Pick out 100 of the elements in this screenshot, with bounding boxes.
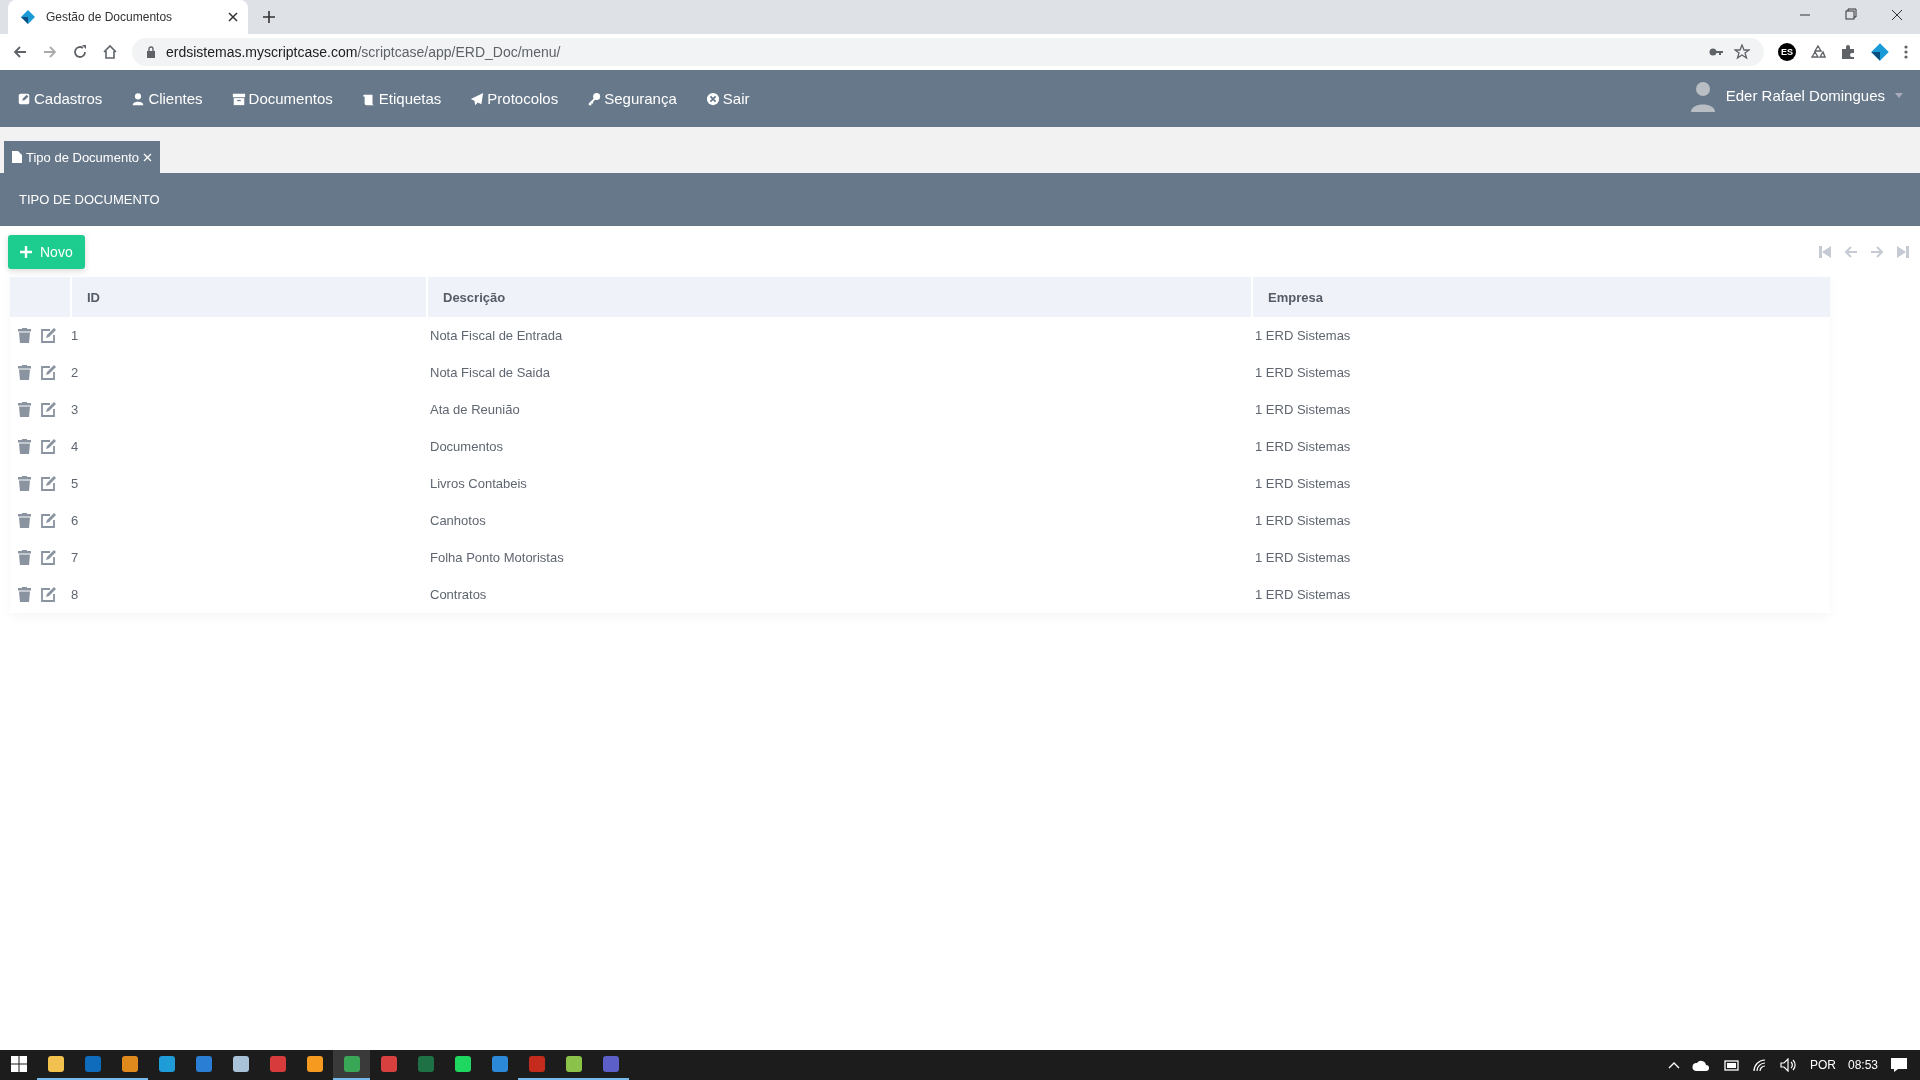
- app-icon: [453, 1055, 472, 1073]
- table-cell: Canhotos: [430, 513, 486, 528]
- wifi-icon[interactable]: [1751, 1058, 1768, 1072]
- trash-icon[interactable]: [18, 439, 31, 454]
- language-indicator[interactable]: POR: [1809, 1058, 1836, 1072]
- edit-icon[interactable]: [41, 365, 57, 380]
- user-icon: [131, 91, 146, 106]
- app-icon: [342, 1055, 361, 1073]
- speaker-icon[interactable]: [1779, 1058, 1798, 1072]
- key-icon: [587, 91, 602, 106]
- caret-icon: [1895, 93, 1903, 98]
- new-tab-icon[interactable]: [262, 10, 276, 24]
- menu-item[interactable]: Protocolos: [470, 90, 559, 107]
- app-icon: [157, 1055, 176, 1073]
- table-cell: 1 ERD Sistemas: [1255, 328, 1351, 343]
- table-cell: 1 ERD Sistemas: [1255, 365, 1351, 380]
- app-icon: [268, 1055, 287, 1073]
- edit-icon[interactable]: [41, 513, 57, 528]
- trash-icon[interactable]: [18, 513, 31, 528]
- user-icon: [1689, 79, 1716, 112]
- logo-icon[interactable]: [1870, 42, 1890, 62]
- table-cell: 1: [71, 328, 79, 343]
- logo-icon: [20, 9, 36, 25]
- table-cell: Nota Fiscal de Entrada: [430, 328, 563, 343]
- table-cell: Folha Ponto Motoristas: [430, 550, 564, 565]
- menu-item[interactable]: Clientes: [131, 90, 203, 107]
- menu-item[interactable]: Etiquetas: [361, 90, 442, 107]
- edit-icon[interactable]: [41, 476, 57, 491]
- close-icon[interactable]: [228, 12, 238, 22]
- back-icon[interactable]: [12, 44, 28, 60]
- close-circle-icon: [705, 91, 720, 106]
- app-icon: [416, 1055, 435, 1073]
- table-cell: Livros Contabeis: [430, 476, 527, 491]
- edit-icon[interactable]: [41, 402, 57, 417]
- app-icon: [83, 1055, 102, 1073]
- document-icon: [12, 151, 22, 163]
- app-icon: [194, 1055, 213, 1073]
- lock-icon: [146, 46, 156, 58]
- reload-icon[interactable]: [72, 44, 88, 60]
- battery-icon[interactable]: [1721, 1059, 1740, 1071]
- edit-icon[interactable]: [41, 587, 57, 602]
- app-icon: [305, 1055, 324, 1073]
- puzzle-icon[interactable]: [1840, 44, 1856, 60]
- address-field[interactable]: erdsistemas.myscriptcase.com/scriptcase/app/ERD_Doc/menu/: [132, 38, 1764, 66]
- app-icon: [379, 1055, 398, 1073]
- notification-icon[interactable]: [1890, 1057, 1908, 1073]
- trash-icon[interactable]: [18, 402, 31, 417]
- extension-badge[interactable]: ES: [1778, 43, 1796, 61]
- chevron-up-icon[interactable]: [1667, 1061, 1680, 1069]
- plus-icon: [20, 246, 32, 258]
- column-header[interactable]: ID: [70, 277, 426, 317]
- column-header[interactable]: Empresa: [1251, 277, 1830, 317]
- menu-item[interactable]: Cadastros: [17, 90, 103, 107]
- clock[interactable]: 08:53: [1847, 1058, 1878, 1072]
- app-icon: [231, 1055, 250, 1073]
- table-cell: 1 ERD Sistemas: [1255, 476, 1351, 491]
- table-cell: 1 ERD Sistemas: [1255, 402, 1351, 417]
- menu-item[interactable]: Documentos: [231, 90, 333, 107]
- edit-icon[interactable]: [41, 328, 57, 343]
- trash-icon[interactable]: [18, 550, 31, 565]
- star-icon[interactable]: [1734, 44, 1750, 60]
- table-cell: 1 ERD Sistemas: [1255, 550, 1351, 565]
- app-icon: [601, 1055, 620, 1073]
- edit-icon[interactable]: [41, 439, 57, 454]
- browser-tab[interactable]: Gestão de Documentos: [8, 0, 248, 34]
- cloud-icon[interactable]: [1691, 1059, 1710, 1071]
- user-menu[interactable]: Eder Rafael Domingues: [1689, 79, 1903, 112]
- table-cell: 6: [71, 513, 79, 528]
- table-cell: 3: [71, 402, 79, 417]
- table-cell: 8: [71, 587, 79, 602]
- trash-icon[interactable]: [18, 365, 31, 380]
- table-cell: 7: [71, 550, 79, 565]
- app-icon: [120, 1055, 139, 1073]
- app-icon: [527, 1055, 546, 1073]
- table-cell: 2: [71, 365, 79, 380]
- table-cell: Nota Fiscal de Saida: [430, 365, 550, 380]
- table-cell: 4: [71, 439, 79, 454]
- edit-icon: [17, 91, 31, 106]
- app-icon: [490, 1055, 509, 1073]
- paper-plane-icon: [470, 91, 485, 106]
- table-cell: Documentos: [430, 439, 503, 454]
- app-icon: [46, 1055, 65, 1073]
- column-header[interactable]: Descrição: [426, 277, 1251, 317]
- app-icon: [564, 1055, 583, 1073]
- table-cell: 1 ERD Sistemas: [1255, 587, 1351, 602]
- windows-start-icon[interactable]: [10, 1056, 27, 1072]
- menu-item[interactable]: Segurança: [587, 90, 677, 107]
- archive-box-icon: [231, 91, 246, 106]
- trash-icon[interactable]: [18, 587, 31, 602]
- trash-icon[interactable]: [18, 328, 31, 343]
- table-cell: 1 ERD Sistemas: [1255, 513, 1351, 528]
- more-icon[interactable]: [1904, 44, 1908, 60]
- menu-item[interactable]: Sair: [705, 90, 750, 107]
- table-cell: 1 ERD Sistemas: [1255, 439, 1351, 454]
- taskbar-button[interactable]: [333, 1050, 370, 1080]
- page-tab[interactable]: Tipo de Documento: [4, 141, 160, 173]
- table-cell: Ata de Reunião: [430, 402, 520, 417]
- edit-icon[interactable]: [41, 550, 57, 565]
- trash-icon[interactable]: [18, 476, 31, 491]
- home-icon[interactable]: [102, 44, 118, 60]
